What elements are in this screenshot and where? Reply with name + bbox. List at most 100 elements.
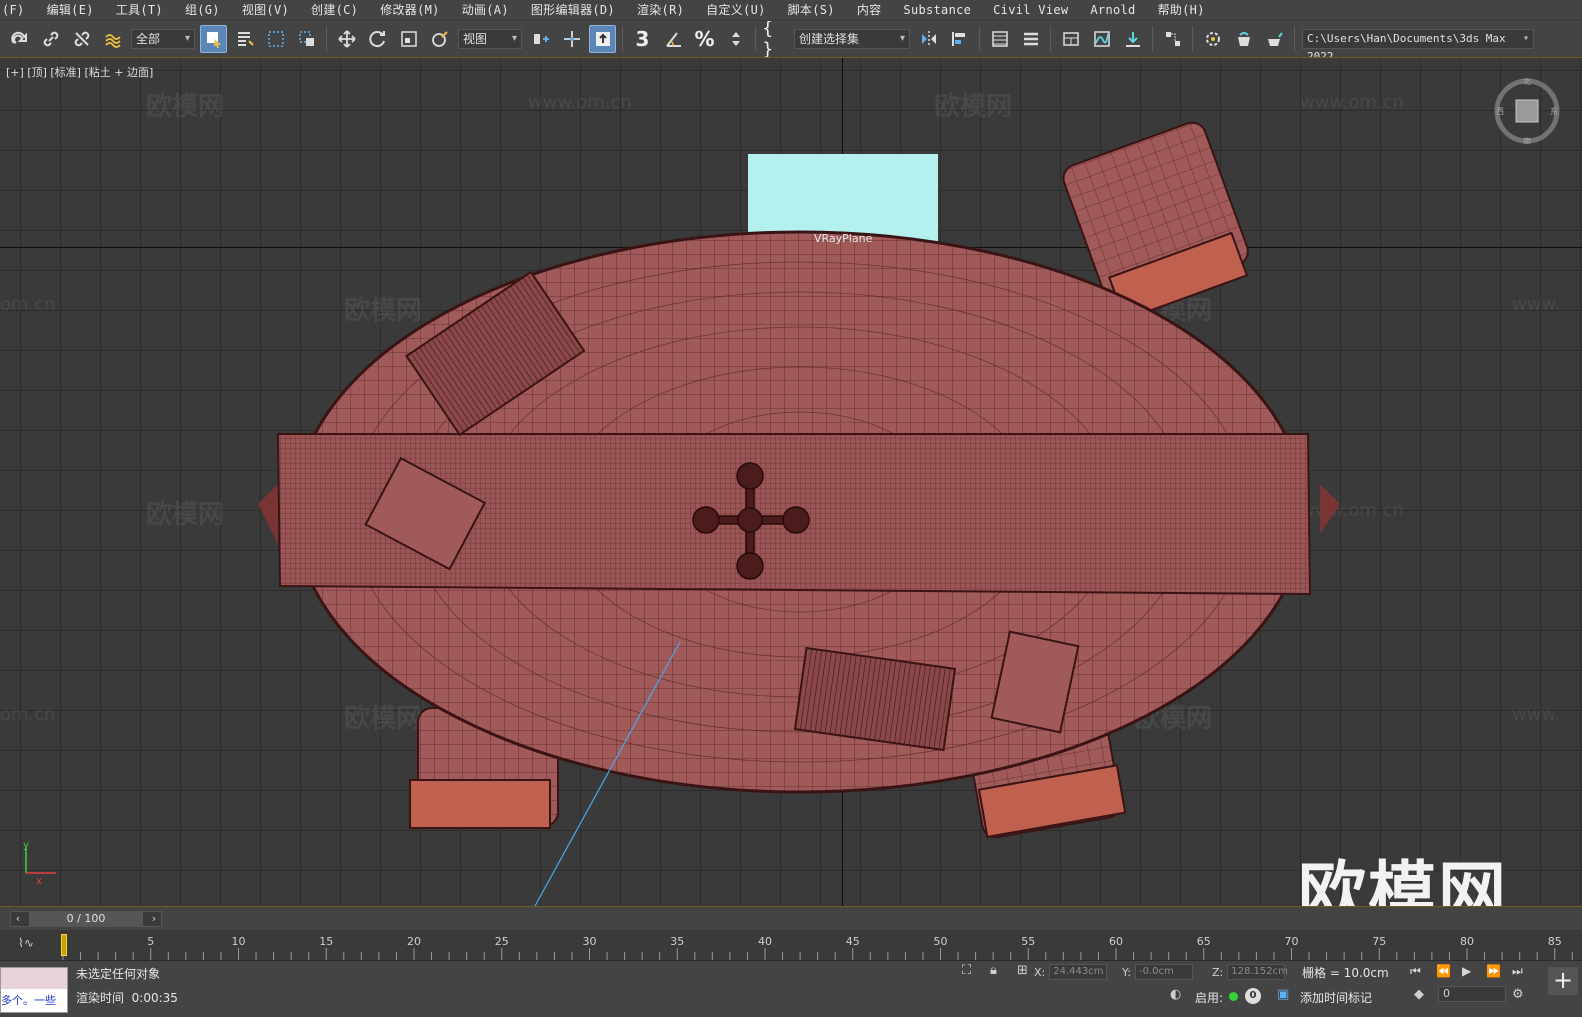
mirror-icon[interactable]	[915, 25, 942, 53]
ruler-tick-label: 45	[846, 935, 860, 948]
time-config-icon[interactable]: ⚙	[1512, 987, 1524, 1002]
pivot-center-icon[interactable]	[527, 25, 554, 53]
edit-named-selection-icon[interactable]: { }	[762, 21, 789, 57]
menu-item-9[interactable]: 渲染(R)	[627, 0, 696, 20]
reference-coord-dropdown[interactable]: 视图	[458, 29, 522, 49]
coord-y: Y: -0.0cm	[1122, 964, 1193, 980]
coord-z: Z: 128.152cm	[1212, 964, 1288, 980]
move-icon[interactable]	[333, 25, 360, 53]
coord-z-field[interactable]: 128.152cm	[1227, 964, 1288, 980]
ribbon-toggle-icon[interactable]	[1057, 25, 1084, 53]
svg-text:y: y	[23, 840, 29, 851]
absolute-mode-icon[interactable]: ⊞	[1017, 963, 1028, 978]
menu-item-16[interactable]: 帮助(H)	[1148, 0, 1217, 20]
bind-space-warp-icon[interactable]	[99, 25, 126, 53]
svg-text:x: x	[36, 876, 42, 887]
coord-x-field[interactable]: 24.443cm	[1049, 964, 1108, 980]
menu-item-1[interactable]: 编辑(E)	[37, 0, 106, 20]
time-tag-icon[interactable]: ▣	[1277, 987, 1289, 1002]
project-folder-dropdown[interactable]: C:\Users\Han\Documents\3ds Max 2022	[1302, 29, 1534, 57]
goto-end-icon[interactable]: ⏭	[1512, 964, 1523, 979]
add-time-tag[interactable]: 添加时间标记	[1300, 989, 1372, 1006]
ruler-tick-label: 70	[1285, 935, 1299, 948]
select-by-name-icon[interactable]	[231, 25, 258, 53]
schematic-view-icon[interactable]	[1159, 25, 1186, 53]
ruler-tick-label: 75	[1372, 935, 1386, 948]
curve-editor-icon[interactable]	[1088, 25, 1115, 53]
menu-item-3[interactable]: 组(G)	[175, 0, 232, 20]
menu-item-13[interactable]: Substance	[893, 0, 983, 20]
menu-item-0[interactable]: (F)	[0, 0, 37, 20]
next-frame-arrow-icon[interactable]: ›	[147, 912, 161, 926]
enable-indicator-icon[interactable]	[1229, 992, 1238, 1001]
status-bar: 多个。一些 未选定任何对象 渲染时间 0:00:35 ⛶ 🔒︎ ⊞ X: 24.4…	[0, 960, 1582, 1017]
rotate-icon[interactable]	[364, 25, 391, 53]
vray-plane[interactable]	[748, 154, 938, 244]
window-crossing-icon[interactable]	[293, 25, 320, 53]
curve-editor-mini-icon[interactable]: ⌇∿	[18, 936, 34, 950]
ruler-tick-label: 85	[1548, 935, 1562, 948]
menu-item-7[interactable]: 动画(A)	[452, 0, 521, 20]
menu-item-2[interactable]: 工具(T)	[106, 0, 175, 20]
percent-snap-icon[interactable]: %	[691, 25, 718, 53]
time-slider[interactable]: ‹ 0 / 100 ›	[10, 911, 162, 927]
listener-input[interactable]	[1, 968, 67, 989]
align-icon[interactable]	[946, 25, 973, 53]
prev-frame-arrow-icon[interactable]: ‹	[11, 912, 25, 926]
track-bar[interactable]: ⌇∿ 5 10 15 20 25 30 35 40 45 50 55 60 65 70 75 80 85	[0, 930, 1582, 960]
render-time-label: 渲染时间	[76, 991, 125, 1005]
menu-item-11[interactable]: 脚本(S)	[778, 0, 847, 20]
spinner-snap-icon[interactable]	[722, 25, 749, 53]
add-button-icon[interactable]: +	[1548, 967, 1578, 995]
play-icon[interactable]: ▶	[1462, 964, 1471, 978]
next-frame-icon[interactable]: ⏩	[1486, 964, 1501, 978]
brand-watermark: 欧模网	[1298, 855, 1509, 906]
menu-item-5[interactable]: 创建(C)	[301, 0, 370, 20]
render-production-icon[interactable]	[1261, 25, 1288, 53]
prev-frame-icon[interactable]: ⏪	[1436, 964, 1451, 978]
menu-item-10[interactable]: 自定义(U)	[696, 0, 777, 20]
rendered-frame-window-icon[interactable]	[1230, 25, 1257, 53]
menu-item-8[interactable]: 图形编辑器(D)	[521, 0, 627, 20]
snaps-toggle-icon[interactable]: 3	[629, 25, 656, 53]
maxscript-mini-listener[interactable]: 多个。一些	[0, 967, 68, 1013]
angle-snap-icon[interactable]	[660, 25, 687, 53]
layer-explorer-icon[interactable]	[1017, 25, 1044, 53]
named-selection-set-dropdown[interactable]: 创建选择集	[794, 29, 910, 49]
select-object-icon[interactable]	[200, 25, 227, 53]
link-icon[interactable]	[37, 25, 64, 53]
menu-item-4[interactable]: 视图(V)	[232, 0, 301, 20]
frame-ruler[interactable]: 5 10 15 20 25 30 35 40 45 50 55 60 65 70 75 80 85	[55, 930, 1575, 960]
current-frame-field[interactable]: 0	[1438, 986, 1506, 1002]
menu-item-14[interactable]: Civil View	[983, 0, 1080, 20]
selection-filter-dropdown[interactable]: 全部	[131, 29, 195, 49]
goto-start-icon[interactable]: ⏮	[1410, 964, 1421, 979]
dope-sheet-icon[interactable]	[1119, 25, 1146, 53]
menu-item-12[interactable]: 内容	[847, 0, 894, 20]
menu-bar: (F) 编辑(E) 工具(T) 组(G) 视图(V) 创建(C) 修改器(M) 动画(A) 图形…	[0, 0, 1582, 20]
rect-selection-region-icon[interactable]	[262, 25, 289, 53]
lock-selection-icon[interactable]: 🔒︎	[990, 963, 997, 978]
coord-y-field[interactable]: -0.0cm	[1134, 964, 1193, 980]
toolbar-separator	[979, 26, 980, 52]
select-manipulate-icon[interactable]	[558, 25, 585, 53]
viewport-label[interactable]: [+] [顶] [标准] [粘土 + 边面]	[6, 64, 153, 80]
key-mode-icon[interactable]: ◆	[1414, 987, 1424, 1002]
top-viewport[interactable]: 欧模网 www.om.cn 欧模网 www.om.cn om.cn 欧模网 ww…	[0, 58, 1582, 906]
ruler-tick-label: 80	[1460, 935, 1474, 948]
menu-item-6[interactable]: 修改器(M)	[370, 0, 451, 20]
viewcube[interactable]: 北 南 西 东	[1494, 78, 1560, 144]
place-icon[interactable]	[426, 25, 453, 53]
menu-item-15[interactable]: Arnold	[1080, 0, 1147, 20]
isolate-selection-icon[interactable]: ⛶	[962, 963, 971, 978]
scale-icon[interactable]	[395, 25, 422, 53]
adaptive-degradation-icon[interactable]: ◐	[1170, 987, 1181, 1002]
unlink-icon[interactable]	[68, 25, 95, 53]
current-time-marker[interactable]	[61, 934, 67, 956]
keyboard-shortcut-override-icon[interactable]	[589, 25, 616, 53]
time-slider-thumb[interactable]: 0 / 100	[29, 912, 143, 926]
scene-explorer-icon[interactable]	[986, 25, 1013, 53]
render-setup-icon[interactable]	[1199, 25, 1226, 53]
ruler-tick-label: 5	[147, 935, 154, 948]
redo-icon[interactable]	[6, 25, 33, 53]
